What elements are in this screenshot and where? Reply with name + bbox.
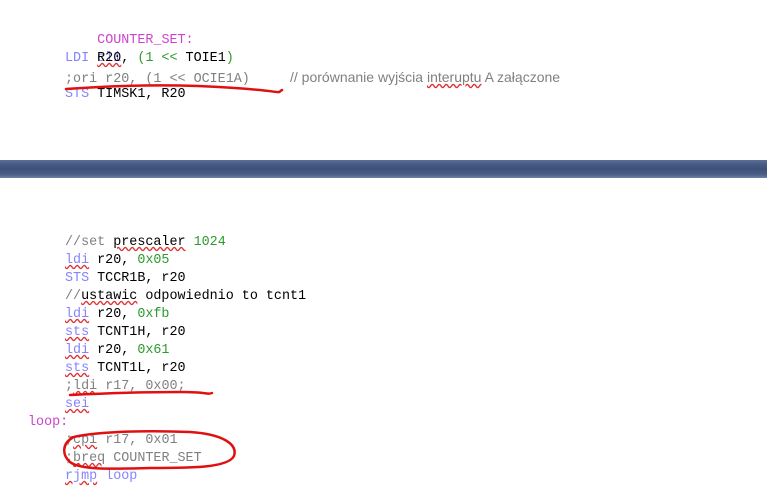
- number-text: ): [225, 51, 234, 66]
- keyword-text: STS: [65, 87, 90, 102]
- misspelled-word: ustawic: [81, 289, 138, 304]
- keyword-text: sei: [65, 397, 90, 412]
- misspelled-word: interuptu: [426, 69, 482, 85]
- code-line-label-counter-set: COUNTER_SET:: [65, 14, 193, 48]
- code-line-sts-tcnt1h: sts TCNT1H, r20: [65, 324, 186, 342]
- comment-text: //set: [65, 235, 114, 250]
- code-line-ldi: LDI R20, (1 << TOIE1): [65, 50, 234, 68]
- comment-code-text: ;ori r20, (1 << OCIE1A): [65, 72, 250, 87]
- code-line-comment-prescaler: //set prescaler 1024: [65, 234, 226, 252]
- comment-text: r17, 0x00;: [97, 379, 186, 394]
- code-line-cli: cli: [65, 32, 121, 66]
- comment-text: ;: [65, 451, 74, 466]
- code-line-breq-commented: ;breq COUNTER_SET: [65, 450, 202, 468]
- pane-splitter[interactable]: [0, 160, 767, 178]
- comment-text: A załączone: [481, 69, 561, 85]
- comment-text: ;: [65, 379, 74, 394]
- number-text: 1024: [185, 235, 226, 250]
- operand-text: R20,: [89, 51, 138, 66]
- operand-text: TIMSK1, R20: [89, 87, 186, 102]
- number-text: (1 <<: [137, 51, 186, 66]
- code-line-ldi-0x05: ldi r20, 0x05: [65, 252, 169, 270]
- keyword-text: rjmp: [65, 469, 98, 484]
- code-line-sts-tccr1b: STS TCCR1B, r20: [65, 270, 186, 288]
- number-text: 0xfb: [137, 307, 170, 322]
- keyword-text: ldi: [65, 343, 90, 358]
- comment-text: r17, 0x01: [97, 433, 178, 448]
- code-line-ldi-0xfb: ldi r20, 0xfb: [65, 306, 169, 324]
- code-line-rjmp-loop: rjmp loop: [65, 468, 137, 486]
- keyword-text: sts: [65, 361, 90, 376]
- code-line-comment-ustawic: //ustawic odpowiednio to tcnt1: [65, 288, 306, 306]
- operand-text: TCCR1B, r20: [89, 271, 186, 286]
- operand-text: r20,: [89, 253, 138, 268]
- comment-text: //: [65, 289, 82, 304]
- comment-text: COUNTER_SET: [105, 451, 202, 466]
- code-line-sei: sei: [65, 396, 89, 414]
- comment-text: ;: [65, 433, 74, 448]
- operand-text: loop: [97, 469, 138, 484]
- operand-text: r20,: [89, 343, 138, 358]
- code-line-ldi-r17-commented: ;ldi r17, 0x00;: [65, 378, 186, 396]
- operand-text: TCNT1H, r20: [89, 325, 186, 340]
- code-line-label-loop: loop:: [28, 414, 68, 432]
- keyword-text: LDI: [65, 51, 90, 66]
- operand-text: TOIE1: [185, 51, 226, 66]
- misspelled-word: ldi: [73, 379, 98, 394]
- keyword-text: ldi: [65, 253, 90, 268]
- keyword-text: STS: [65, 271, 90, 286]
- editor-pane-top[interactable]: COUNTER_SET: cli LDI R20, (1 << TOIE1) ;…: [0, 0, 767, 160]
- number-text: 0x05: [137, 253, 170, 268]
- code-line-sts-timsk1: STS TIMSK1, R20: [65, 86, 186, 104]
- code-line-ori-commented: ;ori r20, (1 << OCIE1A) // porównanie wy…: [65, 68, 561, 87]
- keyword-text: sts: [65, 325, 90, 340]
- operand-text: TCNT1L, r20: [89, 361, 186, 376]
- misspelled-word: prescaler: [113, 235, 186, 250]
- comment-text: odpowiednio to tcnt1: [137, 289, 307, 304]
- operand-text: r20,: [89, 307, 138, 322]
- label-text: loop:: [28, 415, 69, 430]
- code-line-cpi-commented: ;cpi r17, 0x01: [65, 432, 178, 450]
- code-line-sts-tcnt1l: sts TCNT1L, r20: [65, 360, 186, 378]
- misspelled-word: cpi: [73, 433, 98, 448]
- comment-text: // porównanie wyjścia: [290, 69, 427, 85]
- keyword-text: ldi: [65, 307, 90, 322]
- number-text: 0x61: [137, 343, 170, 358]
- code-line-ldi-0x61: ldi r20, 0x61: [65, 342, 169, 360]
- misspelled-word: breq: [73, 451, 106, 466]
